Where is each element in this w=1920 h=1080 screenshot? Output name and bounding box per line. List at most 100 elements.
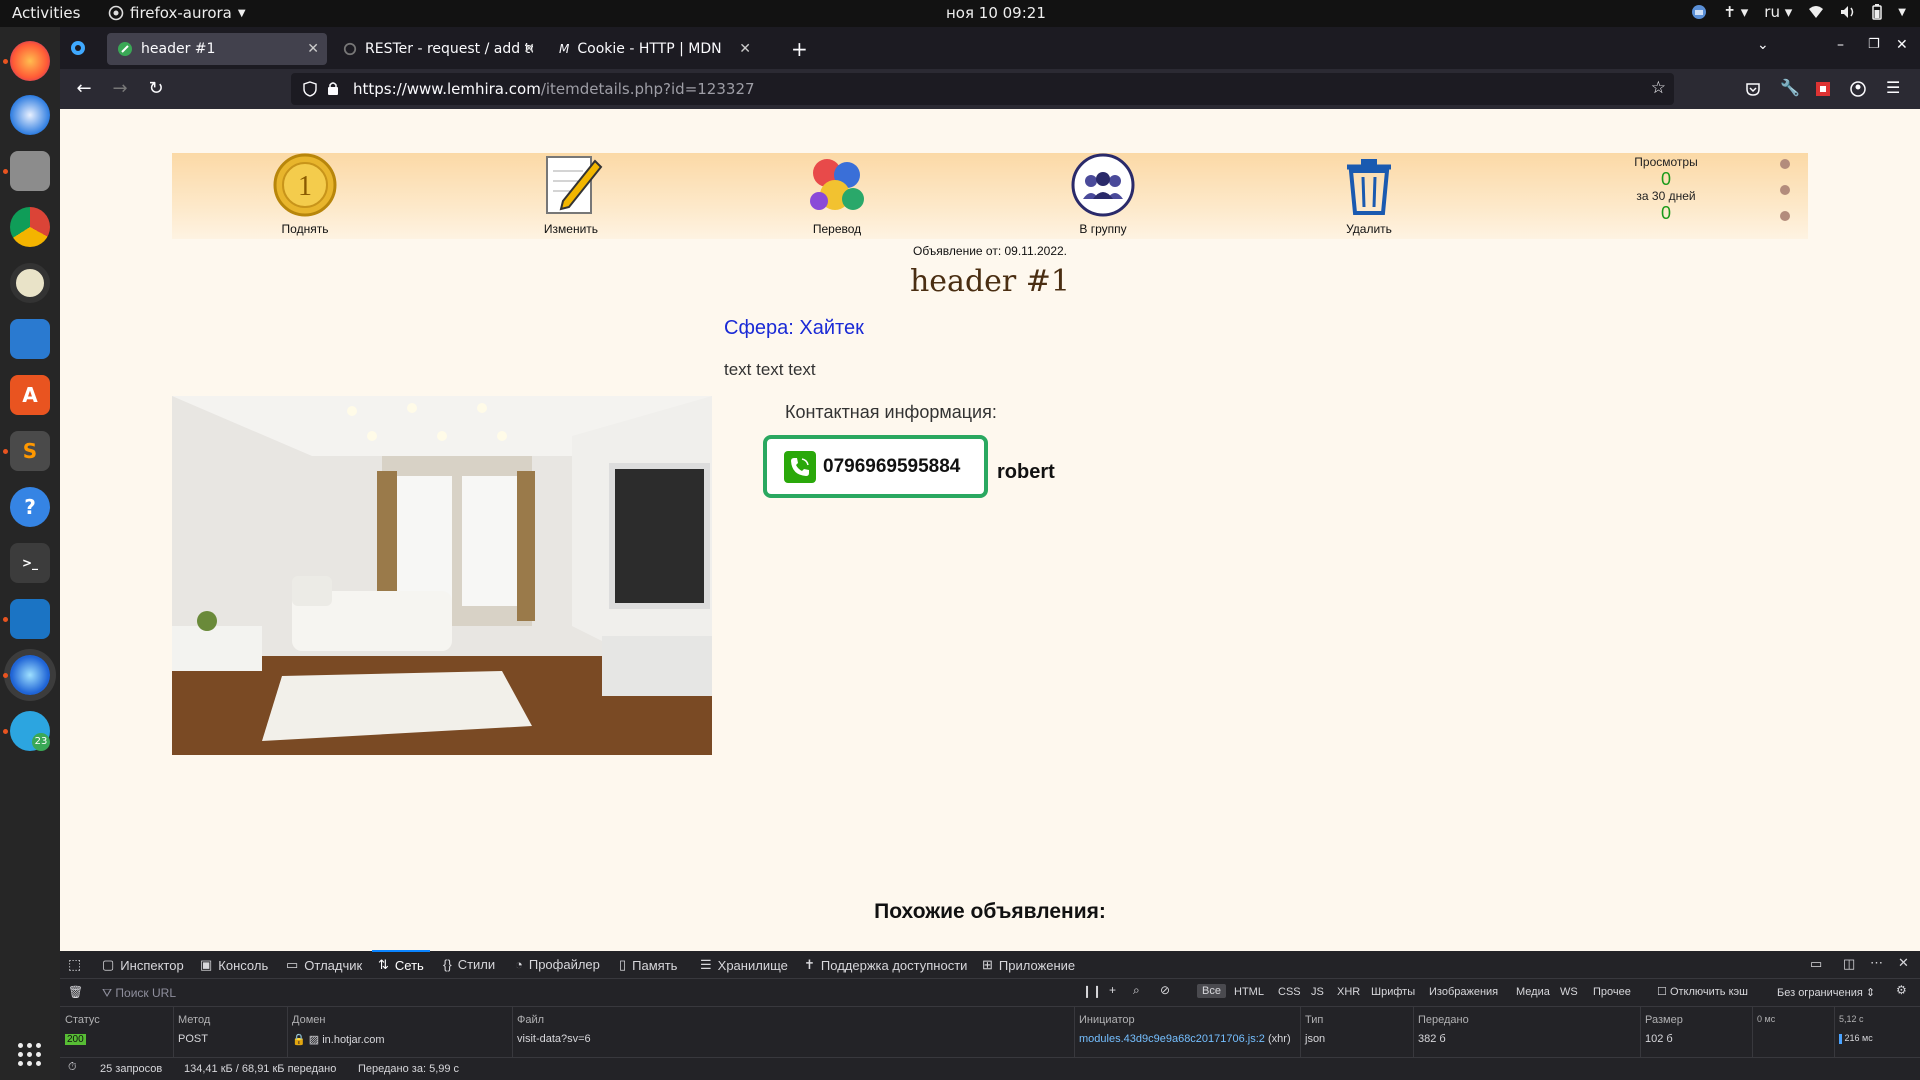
chrome-dock-icon[interactable]: [10, 207, 50, 247]
url-text[interactable]: https://www.lemhira.com/itemdetails.php?…: [353, 80, 755, 98]
devtools-tab-application[interactable]: ⊞ Приложение: [982, 957, 1075, 973]
listing-photo[interactable]: [172, 396, 712, 755]
clock[interactable]: ноя 10 09:21: [946, 4, 1046, 22]
pocket-icon[interactable]: [1745, 81, 1761, 97]
devtools-tab-styles[interactable]: {} Стили: [443, 957, 495, 972]
column-header-domain[interactable]: Домен: [292, 1014, 325, 1026]
performance-analysis-icon[interactable]: ⏱: [68, 1061, 77, 1074]
phone-button[interactable]: 0796969595884: [763, 435, 988, 498]
initiator-link[interactable]: modules.43d9c9e9a68c20171706.js:2: [1079, 1033, 1265, 1045]
column-header-file[interactable]: Файл: [517, 1014, 544, 1026]
more-options-icon[interactable]: [1780, 159, 1794, 237]
column-header-size[interactable]: Размер: [1645, 1014, 1683, 1026]
filter-images[interactable]: Изображения: [1429, 986, 1498, 998]
close-window-button[interactable]: ✕: [1896, 37, 1908, 53]
add-to-group-action[interactable]: В группу: [1043, 153, 1163, 236]
reload-button[interactable]: ↻: [144, 77, 168, 101]
sublime-text-dock-icon[interactable]: S: [10, 431, 50, 471]
column-header-transferred[interactable]: Передано: [1418, 1014, 1469, 1026]
devtools-more-icon[interactable]: ⋯: [1870, 955, 1883, 971]
filter-fonts[interactable]: Шрифты: [1371, 986, 1415, 998]
devtools-tab-accessibility[interactable]: ✝ Поддержка доступности: [804, 957, 967, 973]
edit-action[interactable]: Изменить: [511, 153, 631, 236]
block-icon[interactable]: ⊘: [1160, 983, 1170, 997]
devtools-tab-storage[interactable]: ☰ Хранилище: [700, 957, 788, 973]
minimize-window-button[interactable]: –: [1837, 37, 1844, 53]
firefox-view-icon[interactable]: [70, 40, 86, 56]
tab-rester[interactable]: RESTer - request / add to ✕: [333, 33, 543, 65]
developer-tools-wrench-icon[interactable]: 🔧: [1780, 78, 1800, 97]
close-tab-icon[interactable]: ✕: [307, 41, 319, 57]
filter-xhr[interactable]: XHR: [1337, 986, 1360, 998]
dock-side-icon[interactable]: ◫: [1843, 956, 1855, 972]
disable-cache-checkbox[interactable]: ☐ Отключить кэш: [1657, 985, 1748, 998]
column-header-type[interactable]: Тип: [1305, 1014, 1323, 1026]
app-menu[interactable]: firefox-aurora ▼: [108, 4, 246, 22]
close-tab-icon[interactable]: ✕: [523, 41, 535, 57]
libreoffice-writer-dock-icon[interactable]: [10, 319, 50, 359]
thunderbird-dock-icon[interactable]: [10, 95, 50, 135]
column-header-status[interactable]: Статус: [65, 1014, 100, 1026]
filter-all[interactable]: Все: [1197, 984, 1226, 998]
firefox-developer-dock-icon[interactable]: [10, 655, 50, 695]
url-bar[interactable]: https://www.lemhira.com/itemdetails.php?…: [291, 73, 1674, 105]
volume-icon[interactable]: [1840, 5, 1856, 19]
add-icon[interactable]: +: [1109, 983, 1116, 997]
software-center-dock-icon[interactable]: A: [10, 375, 50, 415]
accessibility-icon[interactable]: ✝ ▾: [1723, 3, 1748, 21]
element-picker-icon[interactable]: ⬚: [68, 956, 81, 973]
pause-icon[interactable]: ❙❙: [1082, 984, 1102, 998]
tracking-protection-shield-icon[interactable]: [303, 81, 317, 97]
maximize-window-button[interactable]: ❐: [1868, 37, 1880, 52]
battery-icon[interactable]: [1872, 4, 1883, 20]
translate-action[interactable]: Перевод: [777, 153, 897, 236]
files-dock-icon[interactable]: [10, 151, 50, 191]
delete-action[interactable]: Удалить: [1309, 153, 1429, 236]
close-devtools-icon[interactable]: ✕: [1898, 955, 1909, 971]
devtools-tab-console[interactable]: ▣ Консоль: [200, 957, 268, 973]
system-tray[interactable]: ✝ ▾ ru ▾ ▼: [1691, 3, 1906, 21]
url-filter-input[interactable]: ⛛ Поиск URL: [102, 986, 176, 1001]
devtools-tab-profiler[interactable]: ◔ Профайлер: [515, 957, 600, 972]
close-tab-icon[interactable]: ✕: [739, 41, 751, 57]
devtools-tab-inspector[interactable]: ▢ Инспектор: [102, 957, 184, 973]
activities-button[interactable]: Activities: [12, 4, 80, 22]
language-indicator[interactable]: ru ▾: [1764, 3, 1792, 21]
filter-html[interactable]: HTML: [1234, 986, 1264, 998]
power-menu-chevron-icon[interactable]: ▼: [1898, 7, 1906, 18]
extension-icon[interactable]: [1815, 81, 1831, 97]
clear-log-trash-icon[interactable]: 🗑: [68, 985, 83, 999]
devtools-tab-network[interactable]: ⇅ Сеть: [372, 950, 430, 973]
new-tab-button[interactable]: +: [791, 37, 808, 61]
rhythmbox-dock-icon[interactable]: [10, 263, 50, 303]
filter-ws[interactable]: WS: [1560, 986, 1578, 998]
filter-media[interactable]: Медиа: [1516, 986, 1550, 998]
search-icon[interactable]: ⌕: [1133, 983, 1140, 998]
back-button[interactable]: ←: [72, 77, 96, 101]
bump-action[interactable]: 1 Поднять: [245, 153, 365, 236]
show-applications-button[interactable]: [18, 1043, 42, 1067]
terminal-dock-icon[interactable]: >_: [10, 543, 50, 583]
filter-other[interactable]: Прочее: [1593, 986, 1631, 998]
column-header-initiator[interactable]: Инициатор: [1079, 1014, 1135, 1026]
help-dock-icon[interactable]: ?: [10, 487, 50, 527]
tab-mdn-cookie[interactable]: M Cookie - HTTP | MDN ✕: [549, 33, 759, 65]
responsive-design-icon[interactable]: ▭: [1810, 956, 1822, 972]
devtools-tab-memory[interactable]: ▯ Память: [619, 957, 677, 973]
wifi-icon[interactable]: [1808, 5, 1824, 19]
category-link[interactable]: Сфера: Хайтек: [724, 317, 864, 340]
devtools-tab-debugger[interactable]: ▭ Отладчик: [286, 957, 362, 973]
list-all-tabs-icon[interactable]: ⌄: [1757, 37, 1769, 53]
bookmark-star-icon[interactable]: ☆: [1651, 78, 1666, 98]
forward-button[interactable]: →: [108, 77, 132, 101]
hamburger-menu-icon[interactable]: ☰: [1886, 78, 1900, 97]
firefox-account-icon[interactable]: [1850, 81, 1866, 97]
firefox-dock-icon[interactable]: [10, 41, 50, 81]
vscode-dock-icon[interactable]: [10, 599, 50, 639]
tab-header-1[interactable]: header #1 ✕: [107, 33, 327, 65]
filter-js[interactable]: JS: [1311, 986, 1324, 998]
throttling-select[interactable]: Без ограничения ⇕: [1777, 986, 1875, 999]
column-header-method[interactable]: Метод: [178, 1014, 210, 1026]
lock-icon[interactable]: [327, 81, 339, 96]
update-notifier-icon[interactable]: [1691, 4, 1707, 20]
